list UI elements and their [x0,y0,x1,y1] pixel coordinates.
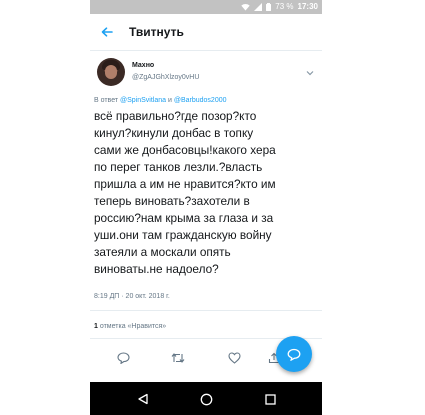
battery-percent: 73 % [275,2,294,11]
status-icons: 73 % 17:30 [241,2,318,11]
triangle-back-icon[interactable] [135,391,151,407]
clock: 17:30 [297,2,318,11]
heart-icon[interactable] [226,350,242,366]
reply-prefix: В ответ [94,97,121,104]
reply-user-link[interactable]: @SpinSvitlana [120,97,166,104]
android-nav-bar [90,382,322,415]
arrow-left-icon[interactable] [97,22,117,42]
signal-icon [254,2,263,11]
chevron-down-icon[interactable] [306,63,314,81]
likes-label: отметка «Нравится» [97,323,167,330]
reply-conjunction: и [166,97,174,104]
tweet-timestamp: 8:19 ДП · 20 окт. 2018 г. [94,293,170,300]
phone-screen: 73 % 17:30 Твитнуть Махно @ZgAJGhXlzoy0v… [90,0,322,415]
status-bar: 73 % 17:30 [90,0,322,14]
author-handle[interactable]: @ZgAJGhXlzoy0vHU [132,74,199,81]
divider [90,310,322,311]
battery-icon [266,2,272,11]
avatar-face [105,65,117,79]
wifi-icon [241,3,250,11]
compose-reply-icon[interactable] [276,336,312,372]
page-title: Твитнуть [129,25,184,39]
circle-home-icon[interactable] [198,391,214,407]
author-name[interactable]: Махно [132,62,154,69]
reply-icon[interactable] [115,350,131,366]
retweet-icon[interactable] [170,350,186,366]
avatar[interactable] [97,58,125,86]
tweet-text: всё правильно?где позор?кто кинул?кинули… [94,109,276,276]
reply-context: В ответ @SpinSvitlana и @Barbudos2000 [94,97,318,104]
reply-user-link[interactable]: @Barbudos2000 [174,97,227,104]
likes-summary[interactable]: 1 отметка «Нравится» [94,323,166,330]
square-recents-icon[interactable] [262,391,278,407]
app-bar: Твитнуть [90,14,322,51]
